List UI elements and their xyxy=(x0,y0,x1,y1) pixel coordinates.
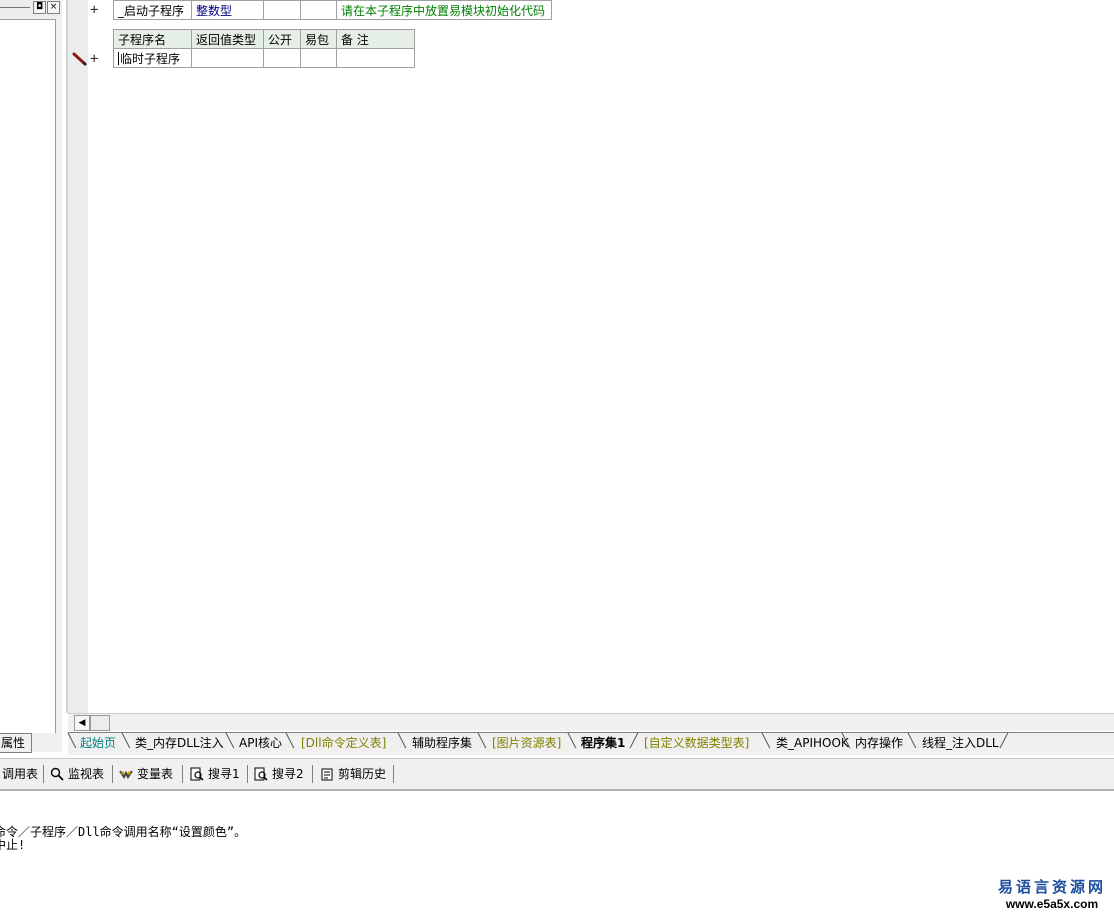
search-doc-icon xyxy=(254,767,268,781)
header-sub-name: 子程序名 xyxy=(113,29,192,49)
clipboard-icon xyxy=(321,768,333,781)
editor-gutter xyxy=(66,0,88,713)
sub-name-text: 临时子程序 xyxy=(120,51,181,66)
search1-label: 搜寻1 xyxy=(208,767,240,781)
panel-grip xyxy=(0,7,30,8)
call-table-tab[interactable]: 调用表 xyxy=(2,765,38,783)
tab-api-core[interactable]: API核心 xyxy=(239,735,282,752)
watermark-url: www.e5a5x.com xyxy=(1005,897,1099,911)
watermark-logo: 易语言资源网 xyxy=(997,878,1106,896)
tab-divider: ╲ xyxy=(568,734,576,749)
output-line: 中止! xyxy=(0,838,26,852)
output-panel: 命令／子程序／Dll命令调用名称“设置颜色”。 中止! xyxy=(0,791,1114,914)
tab-divider: ╱ xyxy=(630,734,638,749)
tab-class-apihook[interactable]: 类_APIHOOK xyxy=(776,735,849,752)
public-cell[interactable] xyxy=(263,0,301,20)
tab-helper-assembly[interactable]: 辅助程序集 xyxy=(412,735,472,752)
restore-icon[interactable]: ◘ xyxy=(33,1,46,14)
sub-program-table: 子程序名 返回值类型 公开 易包 备 注 临时子程序 xyxy=(113,29,415,68)
tab-divider: ╲ xyxy=(286,734,294,749)
tab-divider: ╲ xyxy=(122,734,130,749)
clip-history-label: 剪辑历史 xyxy=(338,767,387,781)
clip-history-tab[interactable]: 剪辑历史 xyxy=(320,765,386,783)
tab-divider: ╲ xyxy=(478,734,486,749)
tab-divider: ╲ xyxy=(398,734,406,749)
scroll-left-icon[interactable]: ◀ xyxy=(74,715,90,731)
tab-divider: ╲ xyxy=(762,734,770,749)
bottom-toolbar: 调用表 监视表 变量表 搜寻1 搜寻2 剪辑历史 xyxy=(0,758,1114,791)
epackage-cell[interactable] xyxy=(300,0,337,20)
variables-label: 变量表 xyxy=(137,767,174,781)
toolbar-divider xyxy=(43,765,44,783)
toolbar-divider xyxy=(247,765,248,783)
tab-divider: ╲ xyxy=(842,734,850,749)
table-header-row: 子程序名 返回值类型 公开 易包 备 注 xyxy=(113,29,415,49)
scroll-thumb[interactable] xyxy=(90,715,110,731)
tab-divider: ╲ xyxy=(908,734,916,749)
tab-divider: ╲ xyxy=(226,734,234,749)
public-cell[interactable] xyxy=(263,48,301,68)
output-line: 命令／子程序／Dll命令调用名称“设置颜色”。 xyxy=(0,825,247,839)
table-row: 临时子程序 xyxy=(113,48,415,68)
toolbar-divider xyxy=(112,765,113,783)
left-panel: ◘ × 属性 xyxy=(0,0,62,753)
close-icon[interactable]: × xyxy=(47,1,60,14)
document-tab-bar: ╲ 起始页 ╲ 类_内存DLL注入 ╲ API核心 ╲ [Dll命令定义表] ╲… xyxy=(68,732,1114,755)
properties-tab[interactable]: 属性 xyxy=(0,733,32,753)
magnifier-icon xyxy=(50,767,64,781)
search-doc-icon xyxy=(190,767,204,781)
tab-thread-inject-dll[interactable]: 线程_注入DLL xyxy=(922,735,999,752)
watch-tab[interactable]: 监视表 xyxy=(50,765,104,783)
toolbar-divider xyxy=(393,765,394,783)
variables-tab[interactable]: 变量表 xyxy=(119,765,173,783)
tab-custom-type-table[interactable]: [自定义数据类型表] xyxy=(644,735,749,752)
tab-class-mem-dll-inject[interactable]: 类_内存DLL注入 xyxy=(135,735,224,752)
header-public: 公开 xyxy=(263,29,301,49)
tab-assembly1[interactable]: 程序集1 xyxy=(581,735,625,752)
toolbar-divider xyxy=(312,765,313,783)
header-epackage: 易包 xyxy=(300,29,337,49)
search2-label: 搜寻2 xyxy=(272,767,304,781)
code-editor[interactable] xyxy=(66,0,1114,732)
variables-icon xyxy=(119,770,133,779)
horizontal-scrollbar[interactable]: ◀ xyxy=(68,713,1114,731)
header-return-type: 返回值类型 xyxy=(191,29,264,49)
search2-tab[interactable]: 搜寻2 xyxy=(254,765,304,783)
table-row: _启动子程序 整数型 请在本子程序中放置易模块初始化代码 xyxy=(113,0,552,20)
watermark: 易语言资源网 www.e5a5x.com xyxy=(998,876,1106,911)
watch-label: 监视表 xyxy=(68,767,105,781)
pencil-icon xyxy=(72,52,87,66)
startup-sub-table: _启动子程序 整数型 请在本子程序中放置易模块初始化代码 xyxy=(113,0,552,20)
toolbar-divider xyxy=(182,765,183,783)
tab-memory-ops[interactable]: 内存操作 xyxy=(855,735,903,752)
sub-name-cell[interactable]: 临时子程序 xyxy=(113,48,192,68)
left-panel-header: ◘ × xyxy=(0,0,62,16)
sub-name-cell[interactable]: _启动子程序 xyxy=(113,0,192,20)
tab-start-page[interactable]: 起始页 xyxy=(80,735,116,752)
text-cursor xyxy=(118,51,119,65)
tab-divider: ╱ xyxy=(1000,734,1008,749)
tab-dll-command-table[interactable]: [Dll命令定义表] xyxy=(301,735,386,752)
search1-tab[interactable]: 搜寻1 xyxy=(190,765,240,783)
header-remark: 备 注 xyxy=(336,29,415,49)
remark-cell[interactable]: 请在本子程序中放置易模块初始化代码 xyxy=(336,0,552,20)
epackage-cell[interactable] xyxy=(300,48,337,68)
expand-icon[interactable]: + xyxy=(90,51,98,67)
left-panel-body xyxy=(0,19,56,733)
expand-icon[interactable]: + xyxy=(90,2,98,18)
return-type-cell[interactable] xyxy=(191,48,264,68)
tab-image-resource-table[interactable]: [图片资源表] xyxy=(492,735,561,752)
tab-divider: ╲ xyxy=(68,734,76,749)
return-type-cell[interactable]: 整数型 xyxy=(191,0,264,20)
remark-cell[interactable] xyxy=(336,48,415,68)
